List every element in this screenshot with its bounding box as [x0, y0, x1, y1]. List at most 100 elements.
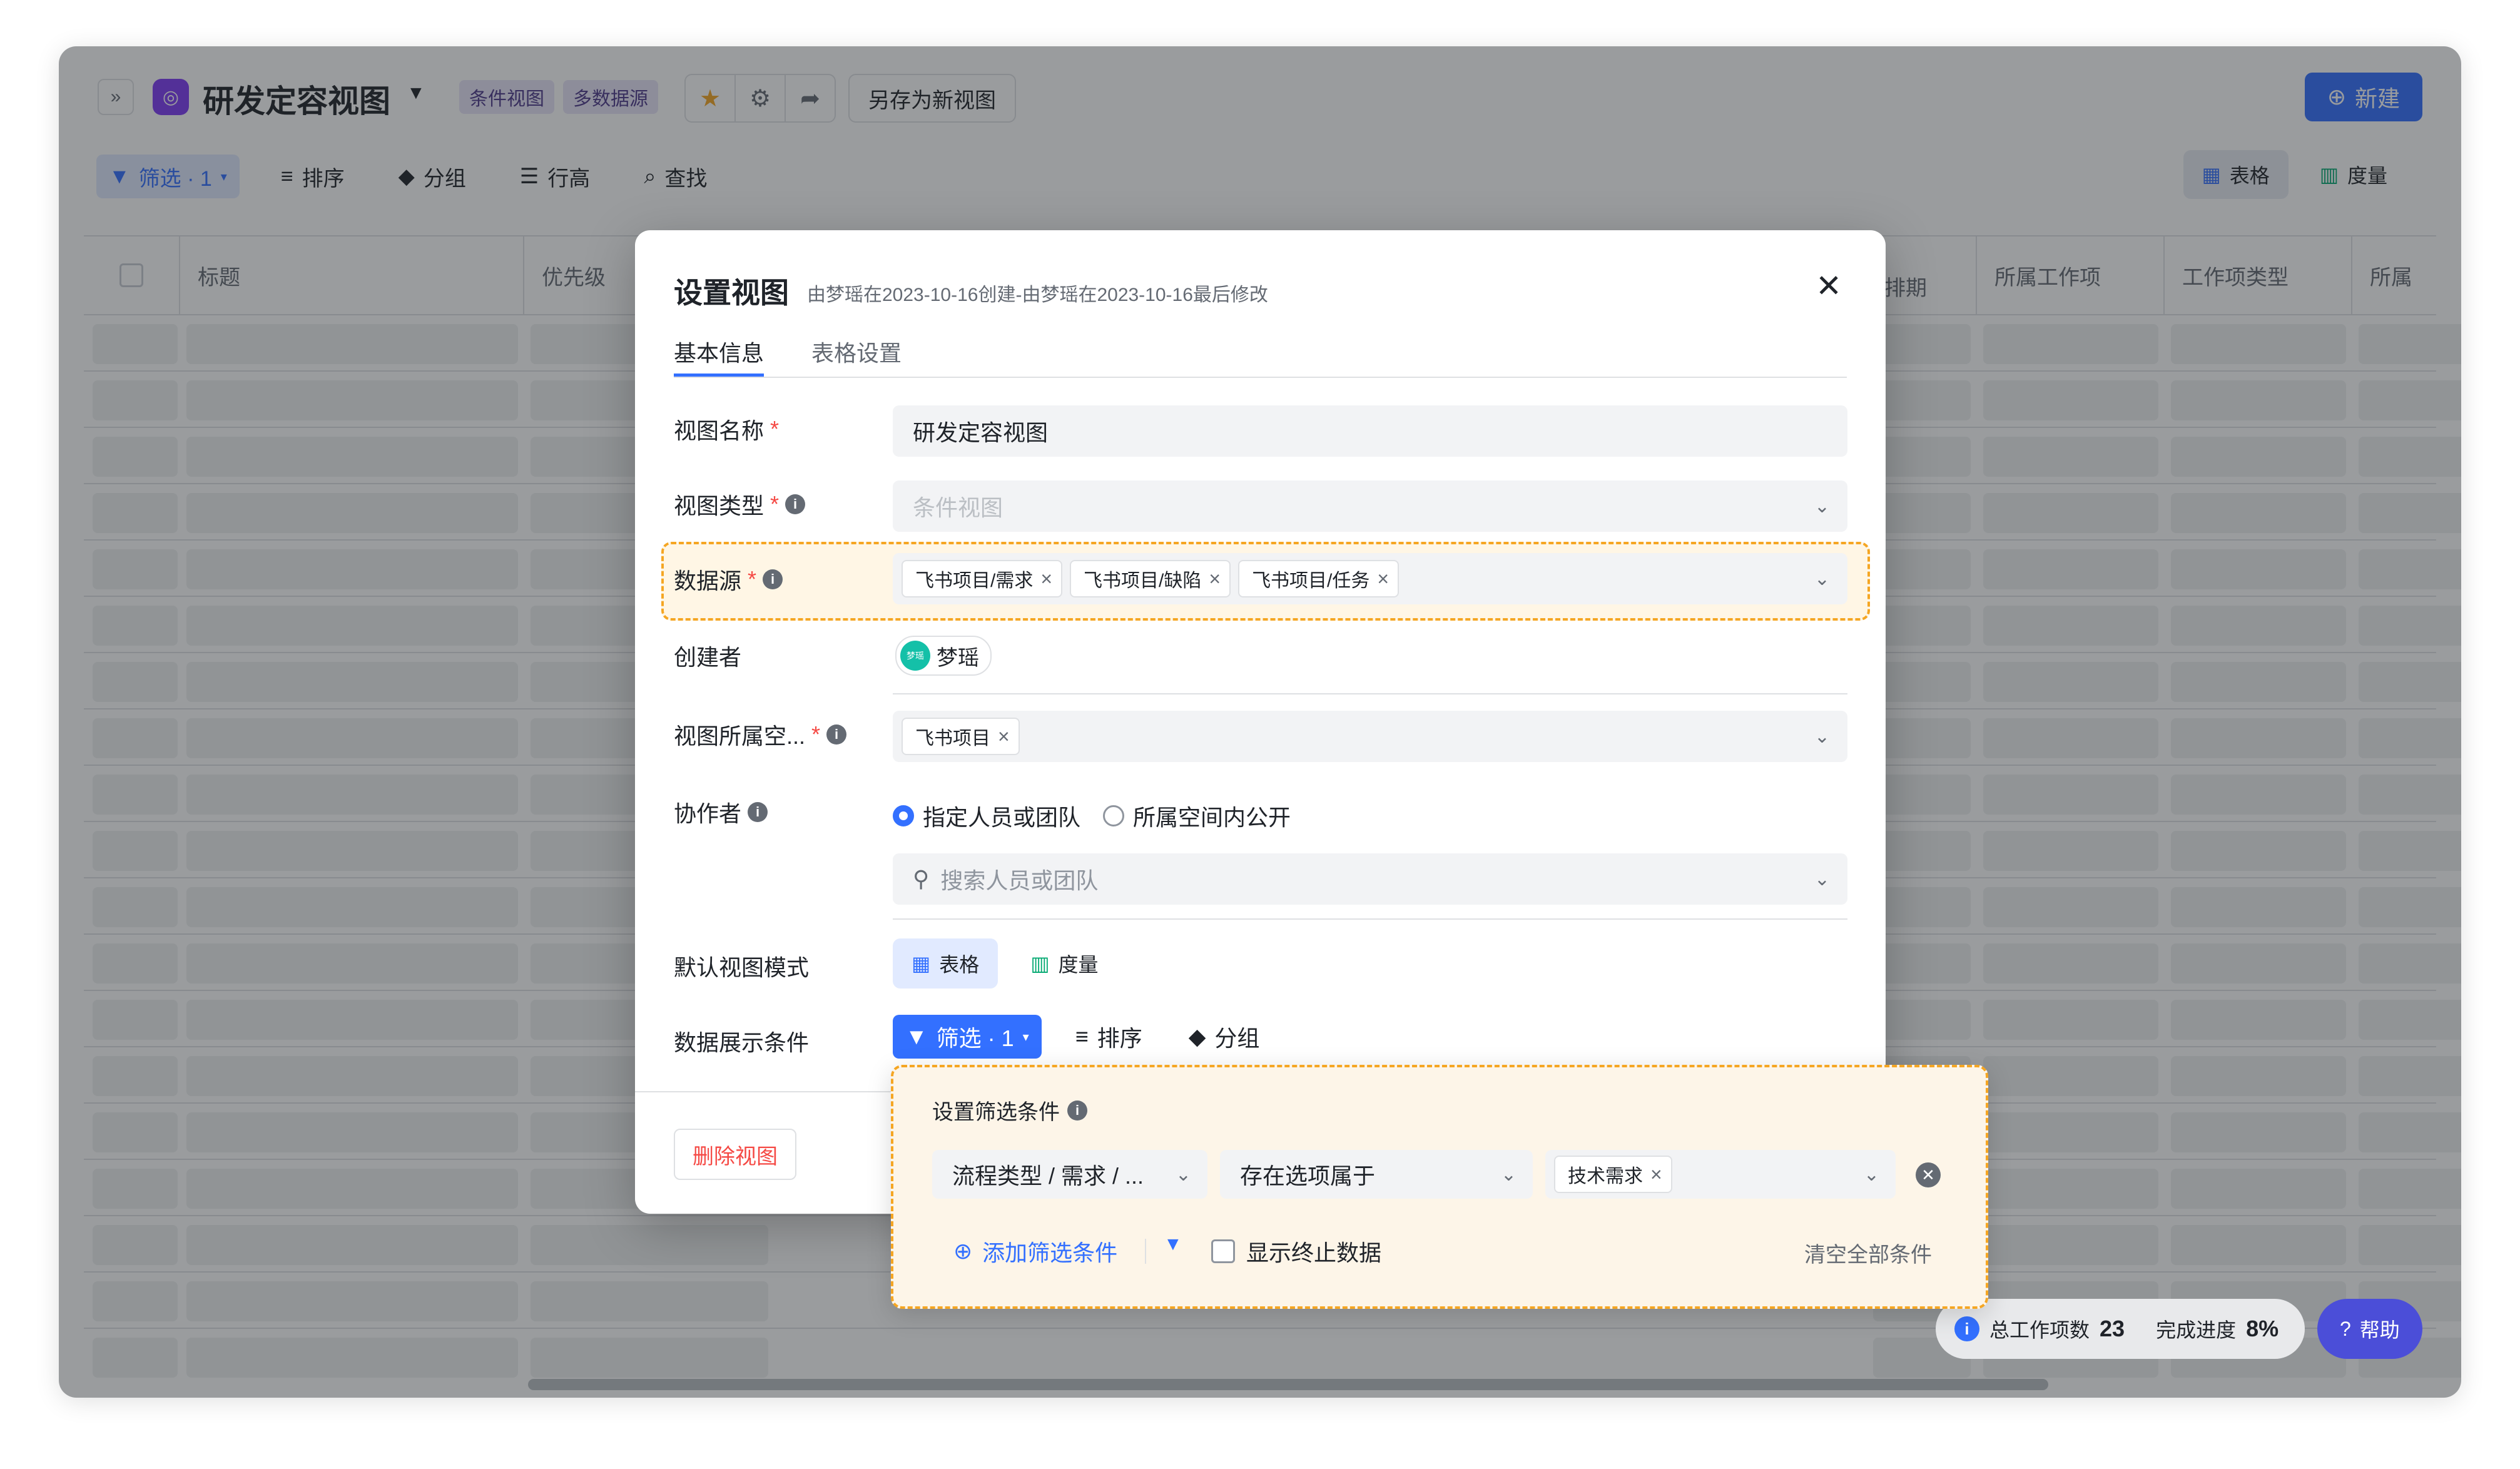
- view-name-label: 视图名称 *: [674, 413, 779, 445]
- tab-basic-info[interactable]: 基本信息: [674, 332, 765, 377]
- show-terminated-checkbox[interactable]: [1211, 1239, 1235, 1263]
- datasource-tag: 飞书项目/需求 ×: [902, 560, 1063, 597]
- tag-label: 飞书项目: [915, 728, 990, 749]
- space-select[interactable]: 飞书项目 × ⌄: [893, 711, 1847, 762]
- default-mode-table-label: 表格: [939, 953, 980, 976]
- required-mark: *: [770, 491, 780, 517]
- clear-all-conditions-button[interactable]: 清空全部条件: [1804, 1238, 1932, 1268]
- dialog-subtitle: 由梦瑶在2023-10-16创建-由梦瑶在2023-10-16最后修改: [807, 285, 1268, 305]
- view-type-select: 条件视图 ⌄: [893, 480, 1847, 532]
- condition-group-label: 分组: [1214, 1025, 1260, 1051]
- delete-view-button[interactable]: 删除视图: [674, 1129, 796, 1180]
- default-mode-switch: ▦ 表格 ▥ 度量: [893, 938, 1117, 989]
- chevron-down-icon: ⌄: [1814, 868, 1830, 890]
- remove-tag-icon[interactable]: ×: [1209, 567, 1221, 591]
- sort-icon: ≡: [1075, 1024, 1089, 1049]
- filter-operator-select[interactable]: 存在选项属于 ⌄: [1220, 1150, 1533, 1199]
- divider: [1145, 1239, 1146, 1264]
- add-filter-dropdown-icon[interactable]: ▼: [1164, 1234, 1182, 1255]
- radio-specified[interactable]: [893, 805, 914, 826]
- radio-public-label[interactable]: 所属空间内公开: [1133, 800, 1291, 832]
- filter-value-select[interactable]: 技术需求 × ⌄: [1545, 1150, 1896, 1199]
- popover-title-text: 设置筛选条件: [932, 1100, 1060, 1124]
- default-mode-table[interactable]: ▦ 表格: [893, 938, 998, 989]
- remove-tag-icon[interactable]: ×: [1650, 1163, 1662, 1186]
- collaborators-label-text: 协作者: [674, 801, 742, 826]
- avatar: 梦瑶: [900, 641, 930, 671]
- creator-name: 梦瑶: [937, 646, 979, 670]
- view-name-input[interactable]: 研发定容视图: [893, 405, 1847, 457]
- space-label: 视图所属空... * i: [674, 718, 847, 751]
- filter-icon: ▼: [905, 1024, 928, 1049]
- condition-group-button[interactable]: ◆ 分组: [1176, 1015, 1273, 1059]
- remove-condition-icon[interactable]: ✕: [1916, 1162, 1941, 1187]
- tag-label: 技术需求: [1568, 1166, 1643, 1187]
- required-mark: *: [811, 721, 821, 747]
- progress-label: 完成进度: [2156, 1319, 2237, 1341]
- creator-label: 创建者: [674, 644, 742, 670]
- chevron-down-icon: ⌄: [1814, 726, 1830, 747]
- default-mode-metrics-label: 度量: [1058, 953, 1099, 976]
- remove-tag-icon[interactable]: ×: [998, 725, 1010, 748]
- info-icon: i: [1954, 1316, 1979, 1341]
- bar-chart-icon: ▥: [1030, 952, 1050, 975]
- chevron-down-icon: ⌄: [1500, 1164, 1517, 1185]
- info-icon: i: [763, 569, 783, 589]
- add-filter-label: 添加筛选条件: [982, 1240, 1118, 1266]
- required-mark: *: [770, 416, 780, 442]
- view-type-value: 条件视图: [913, 495, 1003, 521]
- view-type-label-text: 视图类型: [674, 493, 765, 519]
- show-terminated-option[interactable]: 显示终止数据: [1211, 1235, 1381, 1268]
- search-placeholder: 搜索人员或团队: [940, 868, 1099, 893]
- stats-summary: i 总工作项数 23 完成进度 8%: [1936, 1299, 2305, 1359]
- info-icon: i: [1067, 1100, 1087, 1121]
- filter-field-select[interactable]: 流程类型 / 需求 / ... ⌄: [932, 1150, 1207, 1199]
- info-icon: i: [826, 724, 847, 745]
- progress-value: 8%: [2246, 1316, 2279, 1341]
- display-conditions-label: 数据展示条件: [674, 1030, 810, 1055]
- required-mark: *: [748, 566, 757, 592]
- plus-circle-icon: ⊕: [953, 1238, 973, 1264]
- creator-chip[interactable]: 梦瑶 梦瑶: [895, 636, 992, 676]
- collaborators-label: 协作者 i: [674, 796, 768, 828]
- remove-tag-icon[interactable]: ×: [1040, 567, 1052, 591]
- datasource-label: 数据源 * i: [674, 563, 783, 596]
- add-filter-button[interactable]: ⊕ 添加筛选条件: [953, 1235, 1117, 1268]
- chevron-down-icon: ⌄: [1175, 1164, 1191, 1185]
- condition-sort-label: 排序: [1097, 1025, 1142, 1051]
- condition-sort-button[interactable]: ≡ 排序: [1063, 1015, 1155, 1059]
- help-button[interactable]: ? 帮助: [2317, 1299, 2422, 1359]
- datasource-label-text: 数据源: [674, 568, 742, 594]
- tab-table-settings[interactable]: 表格设置: [811, 332, 902, 377]
- info-icon: i: [785, 494, 806, 514]
- search-icon: ⚲: [913, 866, 930, 892]
- view-name-label-text: 视图名称: [674, 418, 765, 444]
- total-items-value: 23: [2100, 1316, 2125, 1341]
- filter-operator-value: 存在选项属于: [1240, 1163, 1376, 1189]
- divider: [893, 693, 1847, 694]
- remove-tag-icon[interactable]: ×: [1377, 567, 1389, 591]
- radio-specified-label[interactable]: 指定人员或团队: [923, 800, 1080, 832]
- view-type-label: 视图类型 * i: [674, 488, 806, 521]
- dialog-title: 设置视图: [674, 277, 789, 309]
- datasource-tag: 飞书项目/任务 ×: [1238, 560, 1400, 597]
- radio-public[interactable]: [1103, 805, 1125, 826]
- chevron-down-icon: ⌄: [1814, 496, 1830, 517]
- space-label-text: 视图所属空...: [674, 723, 806, 749]
- tag-label: 飞书项目/任务: [1252, 571, 1370, 591]
- filter-conditions-popover: 设置筛选条件 i 流程类型 / 需求 / ... ⌄ 存在选项属于 ⌄ 技术需求…: [891, 1065, 1988, 1309]
- datasource-select[interactable]: 飞书项目/需求 × 飞书项目/缺陷 × 飞书项目/任务 × ⌄: [893, 553, 1847, 604]
- popover-title: 设置筛选条件 i: [932, 1095, 1087, 1126]
- collaborator-search-input[interactable]: ⚲ 搜索人员或团队 ⌄: [893, 853, 1847, 905]
- dialog-tabs: 基本信息 表格设置: [674, 332, 1847, 378]
- default-mode-label: 默认视图模式: [674, 955, 810, 980]
- condition-filter-label: 筛选 · 1: [936, 1025, 1014, 1051]
- help-icon: ?: [2340, 1317, 2351, 1340]
- default-mode-metrics[interactable]: ▥ 度量: [1012, 938, 1117, 989]
- tag-icon: ◆: [1188, 1024, 1206, 1049]
- condition-filter-button[interactable]: ▼ 筛选 · 1 ▾: [893, 1015, 1042, 1059]
- table-icon: ▦: [912, 952, 931, 975]
- close-icon[interactable]: ✕: [1816, 268, 1842, 304]
- divider: [893, 918, 1847, 920]
- tag-label: 飞书项目/需求: [915, 571, 1034, 591]
